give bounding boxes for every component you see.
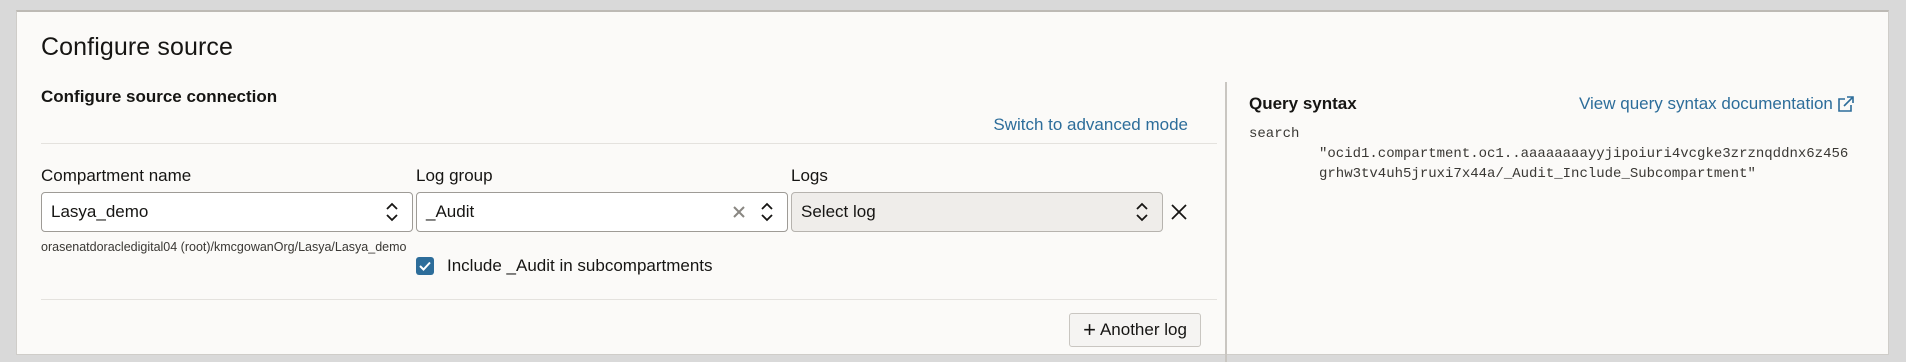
chevron-up-down-icon xyxy=(1136,202,1148,222)
query-keyword: search xyxy=(1249,126,1300,142)
logs-select[interactable]: Select log xyxy=(791,192,1163,232)
log-group-value: _Audit xyxy=(426,202,475,221)
remove-log-icon[interactable] xyxy=(1170,203,1188,221)
divider xyxy=(41,299,1217,300)
include-subcompartments-label: Include _Audit in subcompartments xyxy=(447,256,713,275)
section-title: Configure source connection xyxy=(41,87,278,106)
divider xyxy=(41,143,1217,144)
query-syntax-doc-link[interactable]: View query syntax documentation xyxy=(1579,94,1855,114)
query-syntax-title: Query syntax xyxy=(1249,94,1357,113)
plus-icon: + xyxy=(1083,317,1096,342)
clear-icon[interactable] xyxy=(732,205,746,219)
vertical-divider xyxy=(1225,82,1227,362)
compartment-select[interactable]: Lasya_demo xyxy=(41,192,413,232)
query-syntax-doc-link-label: View query syntax documentation xyxy=(1579,94,1833,113)
checkbox-checked-icon[interactable] xyxy=(416,257,434,275)
compartment-label: Compartment name xyxy=(41,166,192,185)
logs-label: Logs xyxy=(791,166,828,185)
log-group-select[interactable]: _Audit xyxy=(416,192,788,232)
page-title: Configure source xyxy=(41,33,233,61)
chevron-up-down-icon xyxy=(761,202,773,222)
add-another-log-label: Another log xyxy=(1099,320,1187,339)
configure-source-panel: Configure source Configure source connec… xyxy=(16,10,1889,362)
query-text: "ocid1.compartment.oc1..aaaaaaaayyjipoiu… xyxy=(1319,146,1849,182)
compartment-path: orasenatdoracledigital04 (root)/kmcgowan… xyxy=(41,240,407,254)
query-syntax-code: search "ocid1.compartment.oc1..aaaaaaaay… xyxy=(1249,124,1849,184)
log-group-label: Log group xyxy=(416,166,493,185)
switch-advanced-mode-link[interactable]: Switch to advanced mode xyxy=(993,115,1188,135)
chevron-up-down-icon xyxy=(386,202,398,222)
compartment-value: Lasya_demo xyxy=(51,202,149,221)
include-subcompartments-checkbox[interactable]: Include _Audit in subcompartments xyxy=(416,256,713,276)
logs-placeholder: Select log xyxy=(801,202,876,221)
add-another-log-button[interactable]: + Another log xyxy=(1069,313,1201,347)
external-link-icon xyxy=(1838,96,1854,112)
